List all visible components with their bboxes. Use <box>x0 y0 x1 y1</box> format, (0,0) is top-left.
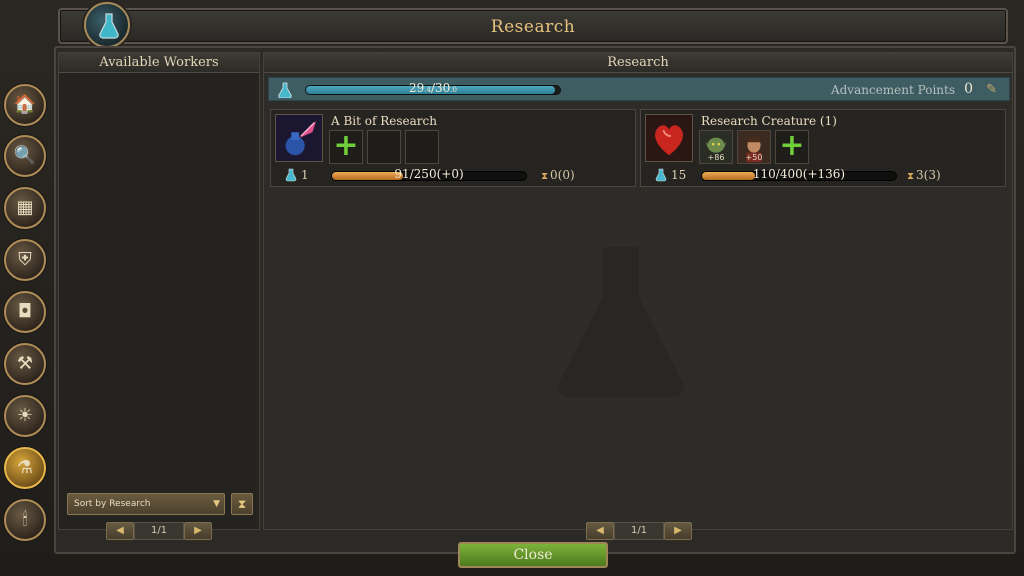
empty-worker-slot[interactable] <box>405 130 439 164</box>
hourglass-icon: ⧗ <box>237 497 247 511</box>
candle-icon[interactable]: 🕯 <box>4 499 46 541</box>
advancement-points-value: 0 <box>964 81 973 97</box>
task-meta: 15 110/400(+136) ⧗ 3(3) <box>649 167 999 184</box>
crate-icon[interactable]: ▦ <box>4 187 46 229</box>
workers-page-label: 1/1 <box>134 522 184 540</box>
magnifier-icon[interactable]: 🔍 <box>4 135 46 177</box>
flask-icon[interactable]: ⚗ <box>4 447 46 489</box>
prev-page-button[interactable]: ◀ <box>586 522 614 540</box>
worker-slot-goblin[interactable]: +86 <box>699 130 733 164</box>
task-time: ⧗ 3(3) <box>907 168 941 182</box>
task-level: 1 <box>301 168 309 182</box>
ink-and-quill-icon <box>275 114 323 162</box>
task-progress-text: 110/400(+136) <box>752 167 846 181</box>
task-name: A Bit of Research <box>331 114 437 128</box>
worker-slots: +86 +50 <box>699 130 809 164</box>
task-time: ⧗ 0(0) <box>541 168 575 182</box>
flask-icon <box>655 168 667 182</box>
hourglass-icon: ⧗ <box>541 171 549 182</box>
flask-icon <box>278 82 292 98</box>
add-worker-button[interactable] <box>329 130 363 164</box>
sort-dropdown-label: Sort by Research <box>74 499 151 509</box>
next-page-button[interactable]: ▶ <box>664 522 692 540</box>
research-pager: ◀ 1/1 ▶ <box>586 521 692 541</box>
creature-heart-icon <box>645 114 693 162</box>
research-page-label: 1/1 <box>614 522 664 540</box>
advancement-progress-text: 29.4/30.0 <box>409 81 457 95</box>
advancement-icon: ✎ <box>986 82 997 97</box>
next-page-button[interactable]: ▶ <box>184 522 212 540</box>
prev-page-button[interactable]: ◀ <box>106 522 134 540</box>
add-worker-button[interactable] <box>775 130 809 164</box>
title-bar: Research <box>58 8 1008 44</box>
task-meta: 1 91/250(+0) ⧗ 0(0) <box>279 167 629 184</box>
worker-slot-human[interactable]: +50 <box>737 130 771 164</box>
chest-icon[interactable]: ◘ <box>4 291 46 333</box>
anvil-icon[interactable]: ⚒ <box>4 343 46 385</box>
hourglass-icon: ⧗ <box>907 171 915 182</box>
research-flask-icon <box>84 2 130 48</box>
forge-icon[interactable]: ☀ <box>4 395 46 437</box>
close-button[interactable]: Close <box>458 542 608 568</box>
worker-bonus: +50 <box>745 153 763 162</box>
available-workers-panel: Available Workers Sort by Research ▼ ⧗ <box>58 52 260 530</box>
empty-worker-slot[interactable] <box>367 130 401 164</box>
advancement-bar: 29.4/30.0 Advancement Points 0 ✎ <box>268 77 1010 101</box>
task-progress-text: 91/250(+0) <box>394 167 464 181</box>
task-level: 15 <box>671 168 687 182</box>
research-task[interactable]: A Bit of Research 1 91/250(+0) ⧗0(0) <box>270 109 636 187</box>
worker-slots <box>329 130 439 164</box>
sort-order-button[interactable]: ⧗ <box>231 493 253 515</box>
window-title: Research <box>490 17 576 37</box>
flask-icon <box>285 168 297 182</box>
research-task[interactable]: Research Creature (1) +86 +50 + 15 110/4… <box>640 109 1006 187</box>
house-icon[interactable]: 🏠 <box>4 84 46 126</box>
task-name: Research Creature (1) <box>701 114 837 128</box>
available-workers-header: Available Workers <box>59 53 259 73</box>
sort-dropdown[interactable]: Sort by Research ▼ <box>67 493 225 515</box>
workers-pager: ◀ 1/1 ▶ <box>106 521 212 541</box>
advancement-points-label: Advancement Points <box>830 83 955 97</box>
research-panel: Research 29.4/30.0 Advancement Points 0 … <box>263 52 1013 530</box>
chevron-down-icon: ▼ <box>213 499 220 509</box>
shield-icon[interactable]: ⛨ <box>4 239 46 281</box>
research-header: Research <box>264 53 1012 73</box>
worker-bonus: +86 <box>707 153 725 162</box>
flask-watermark-icon <box>558 247 684 397</box>
